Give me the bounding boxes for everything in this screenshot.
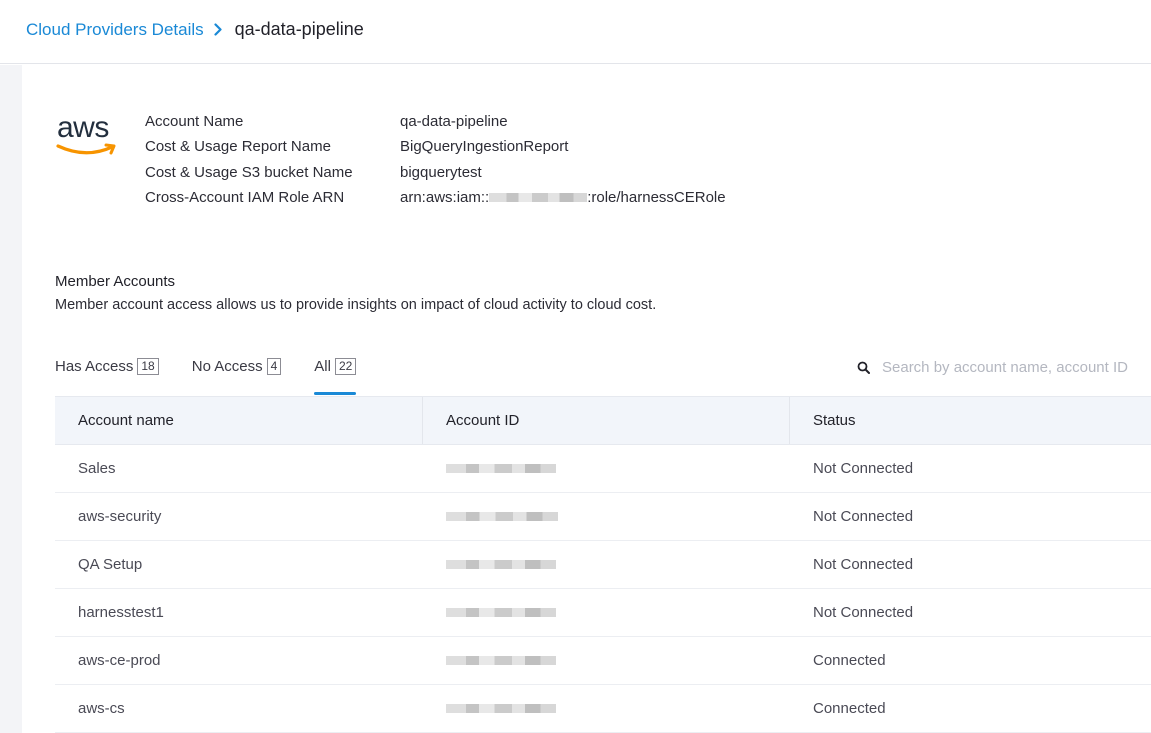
detail-value: BigQueryIngestionReport [400,138,569,156]
detail-label: Cost & Usage Report Name [145,138,331,156]
arn-suffix: :role/harnessCERole [587,189,726,207]
tab-all[interactable]: All 22 [314,357,357,395]
table-row[interactable]: aws-cs Connected [55,685,1151,733]
tab-label: Has Access [55,358,134,375]
breadcrumb-current: qa-data-pipeline [234,19,364,39]
page-header: Cloud Providers Details qa-data-pipeline [0,0,1151,64]
cell-status: Connected [813,700,886,717]
aws-logo: aws [56,111,121,163]
cell-account-name: Sales [78,460,116,477]
table-row[interactable]: aws-ce-prod Connected [55,637,1151,685]
tab-count-badge: 4 [266,358,282,375]
detail-row-account-name: Account Name qa-data-pipeline [145,109,726,134]
tab-count-badge: 22 [334,358,357,375]
breadcrumb: Cloud Providers Details qa-data-pipeline [26,19,364,40]
table-row[interactable]: harnesstest1 Not Connected [55,589,1151,637]
member-accounts-description: Member account access allows us to provi… [55,297,657,313]
search-input[interactable] [882,359,1142,376]
detail-label: Cost & Usage S3 bucket Name [145,163,353,181]
redacted-account-id [446,704,556,713]
arn-prefix: arn:aws:iam:: [400,189,490,207]
account-search [857,359,1142,376]
chevron-right-icon [214,23,223,36]
left-gutter [0,65,22,733]
detail-value: bigquerytest [400,163,482,181]
tab-count-badge: 18 [137,358,159,375]
table-row[interactable]: aws-security Not Connected [55,493,1151,541]
table-row[interactable]: Sales Not Connected [55,445,1151,493]
breadcrumb-parent-link[interactable]: Cloud Providers Details [26,20,204,40]
redacted-account-id [446,608,556,617]
cell-account-id-redacted [423,685,790,732]
cell-account-name: aws-cs [78,700,125,717]
cell-account-id-redacted [423,493,790,540]
detail-row-s3-bucket: Cost & Usage S3 bucket Name bigquerytest [145,160,726,185]
cell-account-id-redacted [423,445,790,492]
detail-label: Cross-Account IAM Role ARN [145,189,345,207]
cell-account-name: QA Setup [78,556,143,573]
detail-value: qa-data-pipeline [400,113,508,131]
cell-status: Not Connected [813,460,914,477]
column-header-status[interactable]: Status [790,397,1151,444]
cell-account-id-redacted [423,589,790,636]
cell-account-name: aws-ce-prod [78,652,161,669]
cell-status: Not Connected [813,508,914,525]
cell-account-name: harnesstest1 [78,604,164,621]
column-header-account-id[interactable]: Account ID [423,397,790,444]
redacted-account-id [446,464,556,473]
main-content: aws Account Name qa-data-pipeline Cost &… [22,65,1151,733]
cell-status: Not Connected [813,556,914,573]
detail-row-report-name: Cost & Usage Report Name BigQueryIngesti… [145,134,726,159]
column-header-account-name[interactable]: Account name [55,397,423,444]
aws-logo-text: aws [57,111,109,144]
detail-label: Account Name [145,113,244,131]
tab-label: No Access [191,358,263,375]
search-icon [857,361,870,374]
tab-no-access[interactable]: No Access 4 [192,357,282,395]
access-tabs: Has Access 18 No Access 4 All 22 [55,357,389,397]
table-row[interactable]: QA Setup Not Connected [55,541,1151,589]
cell-status: Connected [813,652,886,669]
cell-account-name: aws-security [78,508,162,525]
redacted-account-id [446,560,556,569]
detail-value-arn: arn:aws:iam:: :role/harnessCERole [400,189,726,206]
cell-account-id-redacted [423,541,790,588]
redacted-account-id [446,656,556,665]
tab-has-access[interactable]: Has Access 18 [55,357,159,395]
cell-account-id-redacted [423,637,790,684]
table-header: Account name Account ID Status [55,396,1151,445]
aws-smile-icon [56,143,116,155]
member-accounts-table: Account name Account ID Status Sales Not… [55,396,1151,733]
redacted-account-id [446,512,558,521]
member-accounts-title: Member Accounts [55,273,176,290]
detail-row-iam-role: Cross-Account IAM Role ARN arn:aws:iam::… [145,185,726,210]
tab-label: All [314,358,331,375]
account-details: Account Name qa-data-pipeline Cost & Usa… [145,109,726,210]
cell-status: Not Connected [813,604,914,621]
redacted-account-id [489,193,588,203]
